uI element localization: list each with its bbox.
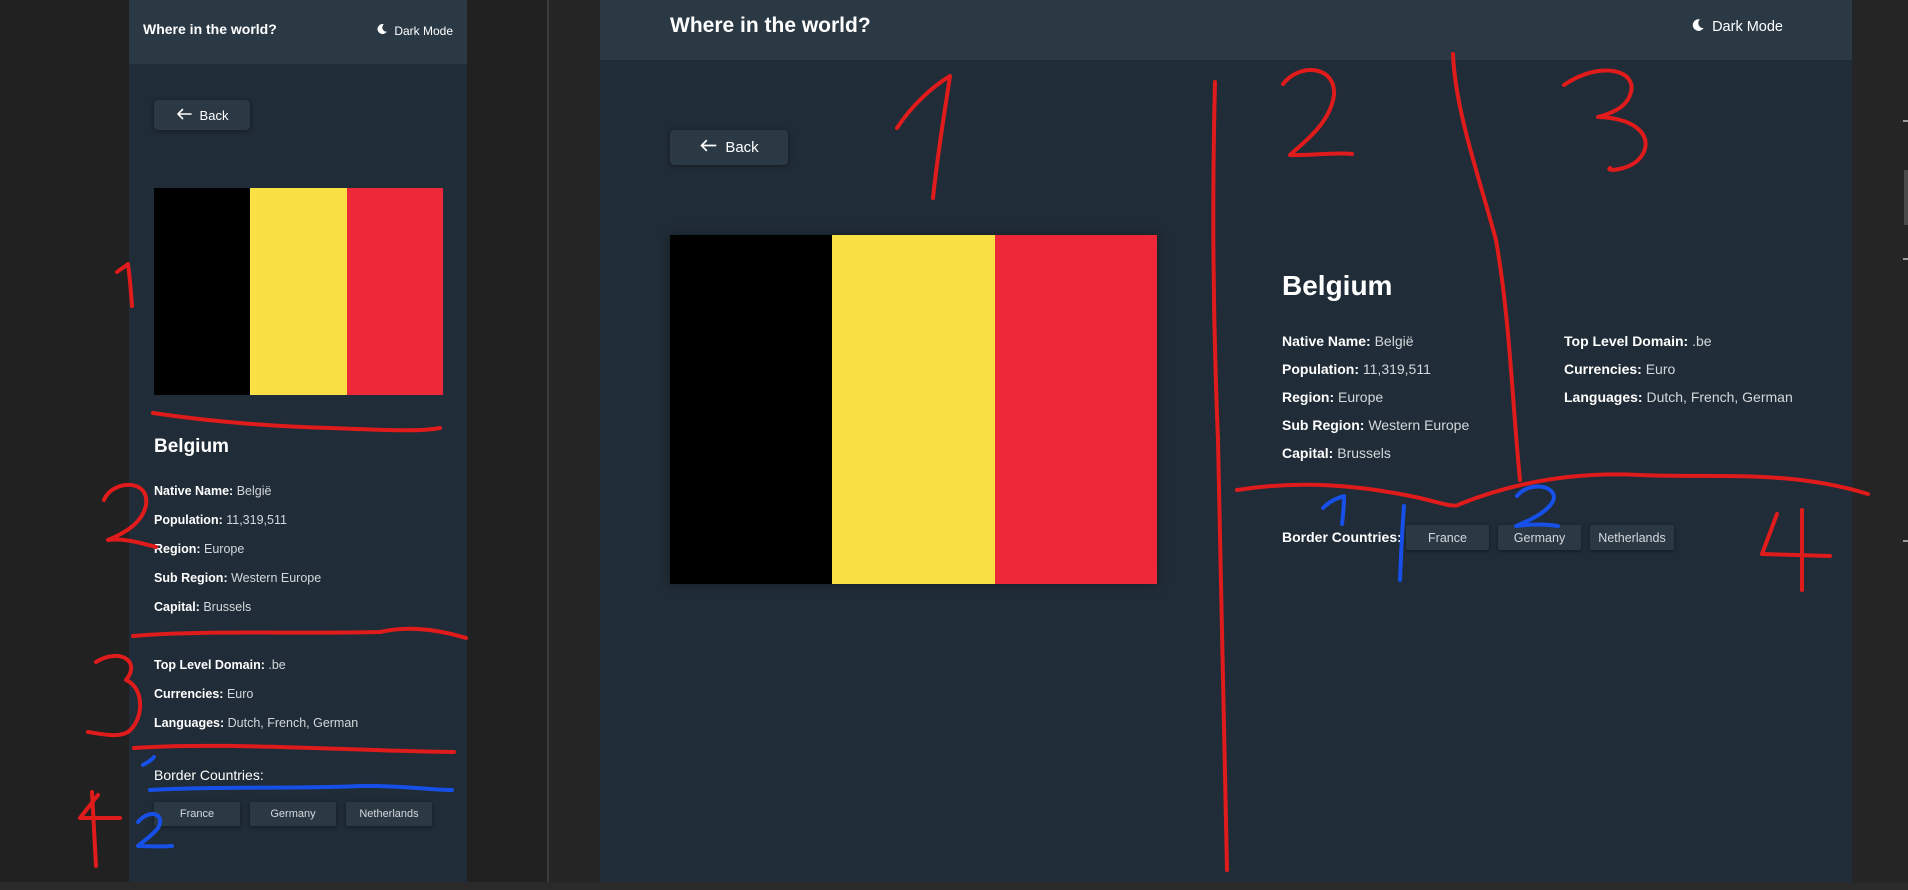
info-label: Top Level Domain: — [1564, 333, 1689, 349]
back-button[interactable]: Back — [670, 130, 788, 165]
border-country-button[interactable]: France — [154, 802, 240, 826]
desktop-preview: Where in the world? Dark Mode Back Belgi… — [600, 0, 1852, 882]
region-row: Region: Europe — [1282, 389, 1383, 405]
arrow-left-icon — [699, 139, 717, 156]
sub-region-row: Sub Region: Western Europe — [154, 571, 321, 585]
flag-stripe-yellow — [832, 235, 995, 584]
currencies-row: Currencies: Euro — [1564, 361, 1675, 377]
bottom-strip — [0, 882, 1908, 890]
back-label: Back — [725, 139, 759, 156]
info-label: Population: — [154, 513, 223, 527]
back-button[interactable]: Back — [154, 100, 250, 130]
header: Where in the world? Dark Mode — [600, 0, 1852, 60]
info-value: .be — [268, 658, 286, 672]
info-label: Capital: — [1282, 445, 1334, 461]
flag-stripe-red — [994, 235, 1157, 584]
region-row: Region: Europe — [154, 542, 244, 556]
info-value: Brussels — [1337, 445, 1391, 461]
border-country-button[interactable]: Netherlands — [1590, 525, 1674, 550]
info-label: Sub Region: — [1282, 417, 1365, 433]
info-value: 11,319,511 — [1362, 361, 1431, 377]
native-name-row: Native Name: België — [154, 484, 271, 498]
info-label: Region: — [154, 542, 201, 556]
languages-row: Languages: Dutch, French, German — [154, 716, 358, 730]
right-edge-scrollbar[interactable] — [1904, 170, 1908, 225]
info-label: Native Name: — [154, 484, 234, 498]
info-value: Western Europe — [231, 571, 322, 585]
capital-row: Capital: Brussels — [154, 600, 251, 614]
info-label: Region: — [1282, 389, 1335, 405]
sub-region-row: Sub Region: Western Europe — [1282, 417, 1469, 433]
moon-icon — [376, 23, 388, 38]
back-label: Back — [199, 107, 229, 123]
right-edge-scroll-marker[interactable] — [1903, 540, 1908, 542]
population-row: Population: 11,319,511 — [154, 513, 287, 527]
flag-stripe-black — [154, 188, 251, 395]
population-row: Population: 11,319,511 — [1282, 361, 1431, 377]
info-value: Brussels — [203, 600, 252, 614]
site-title: Where in the world? — [670, 14, 871, 37]
header: Where in the world? Dark Mode — [129, 0, 467, 64]
info-value: Dutch, French, German — [227, 716, 359, 730]
info-label: Languages: — [1564, 389, 1643, 405]
right-edge-scroll-marker[interactable] — [1903, 120, 1908, 122]
info-value: Dutch, French, German — [1646, 389, 1793, 405]
flag-stripe-red — [346, 188, 443, 395]
languages-row: Languages: Dutch, French, German — [1564, 389, 1793, 405]
flag-stripe-black — [670, 235, 833, 584]
canvas-divider — [547, 0, 549, 890]
top-level-domain-row: Top Level Domain: .be — [154, 658, 286, 672]
border-country-button[interactable]: Germany — [1498, 525, 1581, 550]
dark-mode-toggle[interactable]: Dark Mode — [376, 23, 453, 38]
info-label: Currencies: — [154, 687, 224, 701]
native-name-row: Native Name: België — [1282, 333, 1414, 349]
currencies-row: Currencies: Euro — [154, 687, 253, 701]
info-value: Euro — [1645, 361, 1676, 377]
info-value: België — [236, 484, 272, 498]
info-label: Native Name: — [1282, 333, 1371, 349]
screen: Where in the world? Dark Mode Back Belgi… — [0, 0, 1908, 890]
border-country-button[interactable]: Netherlands — [346, 802, 432, 826]
info-label: Capital: — [154, 600, 200, 614]
moon-icon — [1691, 18, 1705, 36]
dark-mode-label: Dark Mode — [394, 23, 453, 38]
flag-stripe-yellow — [250, 188, 347, 395]
info-value: Europe — [204, 542, 245, 556]
info-label: Sub Region: — [154, 571, 228, 585]
info-value: Euro — [226, 687, 254, 701]
arrow-left-icon — [176, 108, 192, 123]
right-edge-scroll-marker[interactable] — [1903, 258, 1908, 260]
capital-row: Capital: Brussels — [1282, 445, 1391, 461]
country-flag — [670, 235, 1157, 584]
info-label: Currencies: — [1564, 361, 1642, 377]
country-flag — [154, 188, 443, 395]
dark-mode-toggle[interactable]: Dark Mode — [1691, 18, 1783, 36]
border-country-button[interactable]: Germany — [250, 802, 336, 826]
dark-mode-label: Dark Mode — [1712, 19, 1783, 35]
info-label: Population: — [1282, 361, 1359, 377]
site-title: Where in the world? — [143, 21, 277, 37]
info-value: .be — [1692, 333, 1712, 349]
mobile-preview: Where in the world? Dark Mode Back Belgi… — [129, 0, 467, 882]
border-country-button[interactable]: France — [1406, 525, 1489, 550]
country-name: Belgium — [154, 436, 229, 457]
border-countries-label: Border Countries: — [1282, 529, 1402, 545]
info-label: Languages: — [154, 716, 225, 730]
top-level-domain-row: Top Level Domain: .be — [1564, 333, 1712, 349]
info-value: 11,319,511 — [226, 513, 287, 527]
info-value: België — [1374, 333, 1414, 349]
info-value: Western Europe — [1368, 417, 1470, 433]
info-value: Europe — [1338, 389, 1384, 405]
info-label: Top Level Domain: — [154, 658, 265, 672]
country-name: Belgium — [1282, 270, 1393, 301]
border-countries-label: Border Countries: — [154, 767, 264, 783]
